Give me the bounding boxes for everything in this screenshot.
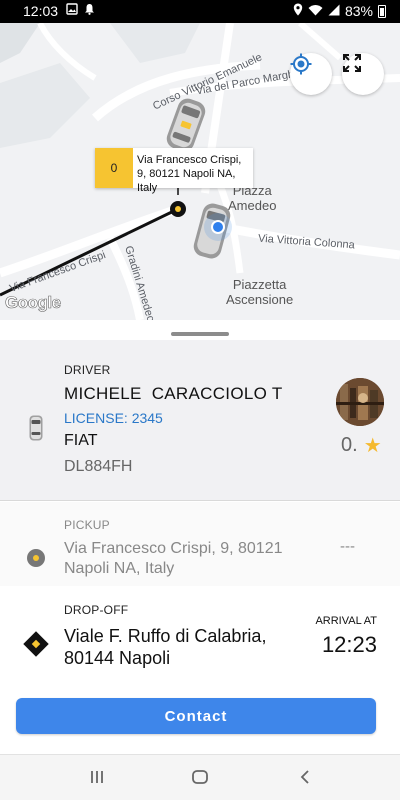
- pickup-address: Via Francesco Crispi, 9, 80121 Napoli NA…: [64, 540, 283, 577]
- contact-button[interactable]: Contact: [16, 698, 376, 734]
- map-view[interactable]: Corso Vittorio Emanuele Via del Parco Ma…: [0, 23, 400, 320]
- location-icon: [293, 3, 303, 19]
- status-time: 12:03: [23, 3, 59, 19]
- arrival-label: ARRIVAL AT: [315, 615, 377, 627]
- star-icon: ★: [363, 434, 382, 457]
- dropoff-row: DROP-OFF Viale F. Ruffo di Calabria, 801…: [0, 587, 400, 687]
- back-icon[interactable]: [293, 767, 317, 787]
- notification-bell-icon: [84, 3, 95, 18]
- driver-label: DRIVER: [64, 363, 111, 377]
- divider: [0, 500, 400, 501]
- google-logo: Google: [5, 293, 62, 313]
- pickup-callout[interactable]: 0 Via Francesco Crispi, 9, 80121 Napoli …: [95, 148, 253, 194]
- home-icon[interactable]: [188, 767, 212, 787]
- driver-avatar: [336, 378, 384, 426]
- sheet-drag-handle[interactable]: [171, 332, 229, 336]
- system-nav-bar: [0, 754, 400, 800]
- wifi-icon: [308, 3, 323, 19]
- pickup-marker-icon: [27, 549, 45, 567]
- license-plate: DL884FH: [64, 458, 133, 475]
- image-icon: [66, 3, 78, 18]
- trip-details-sheet: DRIVER MICHELE CARACCIOLO T LICENSE: 234…: [0, 320, 400, 800]
- rating-value: 0.: [341, 434, 358, 456]
- battery-icon: [378, 4, 386, 18]
- pickup-time: ---: [340, 538, 355, 555]
- battery-level: 83%: [344, 3, 373, 19]
- dropoff-label: DROP-OFF: [64, 603, 129, 617]
- driver-rating: 0. ★: [341, 434, 382, 457]
- callout-address: Via Francesco Crispi, 9, 80121 Napoli NA…: [133, 148, 253, 194]
- pickup-eta: 0: [95, 148, 133, 188]
- pickup-label: PICKUP: [64, 518, 110, 532]
- driver-license: LICENSE: 2345: [64, 410, 163, 426]
- driver-card: [0, 340, 400, 500]
- signal-icon: [328, 3, 340, 19]
- driver-name: MICHELE CARACCIOLO T: [64, 384, 283, 403]
- dropoff-marker-icon: [23, 631, 49, 657]
- recent-apps-icon[interactable]: [85, 767, 109, 787]
- arrival-time: 12:23: [321, 632, 377, 657]
- place-label-piazzetta: Piazzetta Ascensione: [226, 277, 294, 307]
- my-location-button[interactable]: [290, 53, 332, 95]
- car-make: FIAT: [64, 432, 98, 449]
- fullscreen-button[interactable]: [342, 53, 384, 95]
- pickup-row: PICKUP Via Francesco Crispi, 9, 80121 Na…: [0, 502, 400, 586]
- car-icon: [29, 415, 43, 446]
- dropoff-address: Viale F. Ruffo di Calabria, 80144 Napoli: [64, 626, 267, 668]
- status-bar: 12:03 83%: [0, 0, 400, 23]
